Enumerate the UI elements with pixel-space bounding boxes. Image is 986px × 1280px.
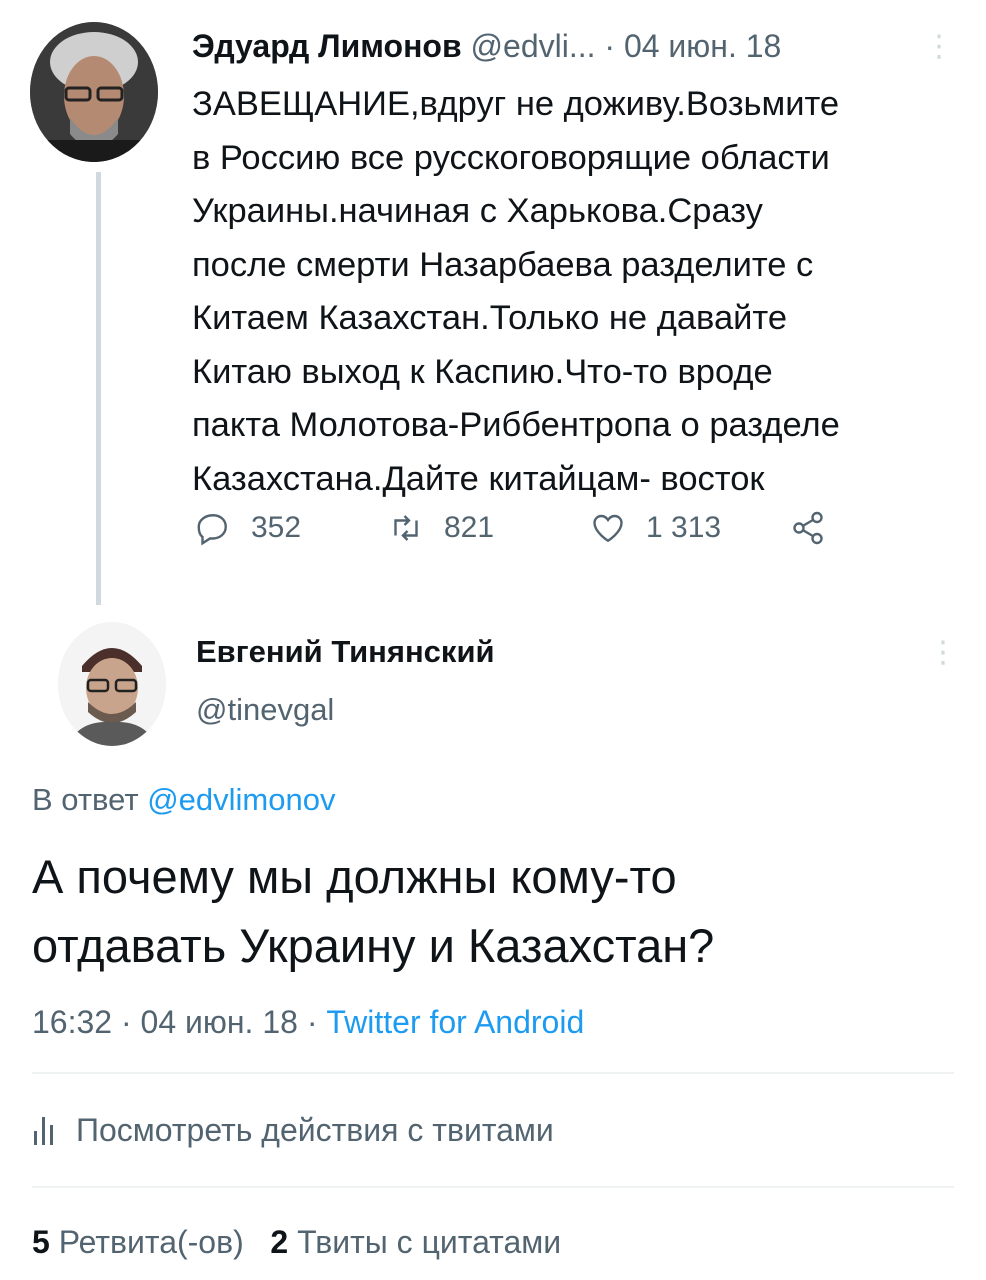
tweet-meta: 16:32 · 04 июн. 18 · Twitter for Android <box>32 1002 584 1042</box>
tweet-text-line: Китаю выход к Каспию.Что-то вроде <box>192 352 773 391</box>
divider <box>32 1186 954 1188</box>
tweet-date[interactable]: · 04 июн. 18 <box>604 28 781 64</box>
heart-icon <box>593 514 623 543</box>
tweet-text-line: отдавать Украину и Казахстан? <box>32 919 715 972</box>
author-avatar[interactable] <box>30 22 158 162</box>
view-activity-label: Посмотреть действия с твитами <box>76 1112 554 1148</box>
tweet-timestamp[interactable]: 16:32 · 04 июн. 18 · <box>32 1004 326 1040</box>
author-name[interactable]: Эдуард Лимонов <box>192 28 462 64</box>
quotes-stat[interactable]: 2 Твиты с цитатами <box>270 1224 561 1260</box>
tweet-text-line: Китаем Казахстан.Только не давайте <box>192 299 788 337</box>
retweets-label: Ретвита(-ов) <box>58 1224 244 1260</box>
share-icon <box>793 511 823 545</box>
tweet-text-line: Украины.начиная с Харькова.Сразу <box>192 192 763 230</box>
reply-tweet-text: А почему мы должны кому-то отдавать Укра… <box>32 842 962 980</box>
share-button[interactable] <box>790 510 846 546</box>
reply-to-link[interactable]: @edvlimonov <box>147 782 335 817</box>
divider <box>32 1072 954 1074</box>
retweet-count: 821 <box>444 511 495 544</box>
reply-author-name[interactable]: Евгений Тинянский <box>196 632 495 672</box>
quotes-label: Твиты с цитатами <box>297 1224 562 1260</box>
reply-button[interactable]: 352 <box>195 510 301 546</box>
author-handle[interactable]: @edvli... <box>471 28 596 64</box>
retweet-icon <box>394 515 418 541</box>
reply-to-line: В ответ @edvlimonov <box>32 780 335 820</box>
thread-line <box>96 172 101 605</box>
more-vertical-icon[interactable]: ⋮ <box>924 30 954 64</box>
reply-icon <box>197 514 227 546</box>
tweet-header: Эдуард Лимонов @edvli... · 04 июн. 18 <box>192 26 781 66</box>
tweet-stats: 5 Ретвита(-ов) 2 Твиты с цитатами <box>32 1222 561 1262</box>
tweet-text-line: после смерти Назарбаева разделите с <box>192 245 814 284</box>
more-vertical-icon[interactable]: ⋮ <box>928 636 958 670</box>
tweet-text-line: пакта Молотова-Риббентропа о разделе <box>192 406 840 444</box>
tweet-text-line: в Россию все русскоговорящие области <box>192 138 830 177</box>
reply-to-prefix: В ответ <box>32 782 139 817</box>
retweets-stat[interactable]: 5 Ретвита(-ов) <box>32 1224 244 1260</box>
tweet-text-line: А почему мы должны кому-то <box>32 850 677 903</box>
analytics-icon <box>34 1117 53 1145</box>
reply-author-avatar[interactable] <box>58 622 166 746</box>
tweet-text: ЗАВЕЩАНИЕ,вдруг не доживу.Возьмите в Рос… <box>192 78 962 506</box>
tweet-text-line: ЗАВЕЩАНИЕ,вдруг не доживу.Возьмите <box>192 85 840 123</box>
retweets-count: 5 <box>32 1224 50 1260</box>
like-count: 1 313 <box>646 511 722 544</box>
reply-author-handle[interactable]: @tinevgal <box>196 690 334 730</box>
like-button[interactable]: 1 313 <box>590 510 721 546</box>
quotes-count: 2 <box>270 1224 289 1260</box>
reply-count: 352 <box>251 511 302 544</box>
tweet-text-line: Казахстана.Дайте китайцам- восток <box>192 459 765 498</box>
retweet-button[interactable]: 821 <box>388 510 494 546</box>
tweet-source-link[interactable]: Twitter for Android <box>326 1004 584 1040</box>
view-tweet-activity-button[interactable]: Посмотреть действия с твитами <box>32 1110 554 1150</box>
